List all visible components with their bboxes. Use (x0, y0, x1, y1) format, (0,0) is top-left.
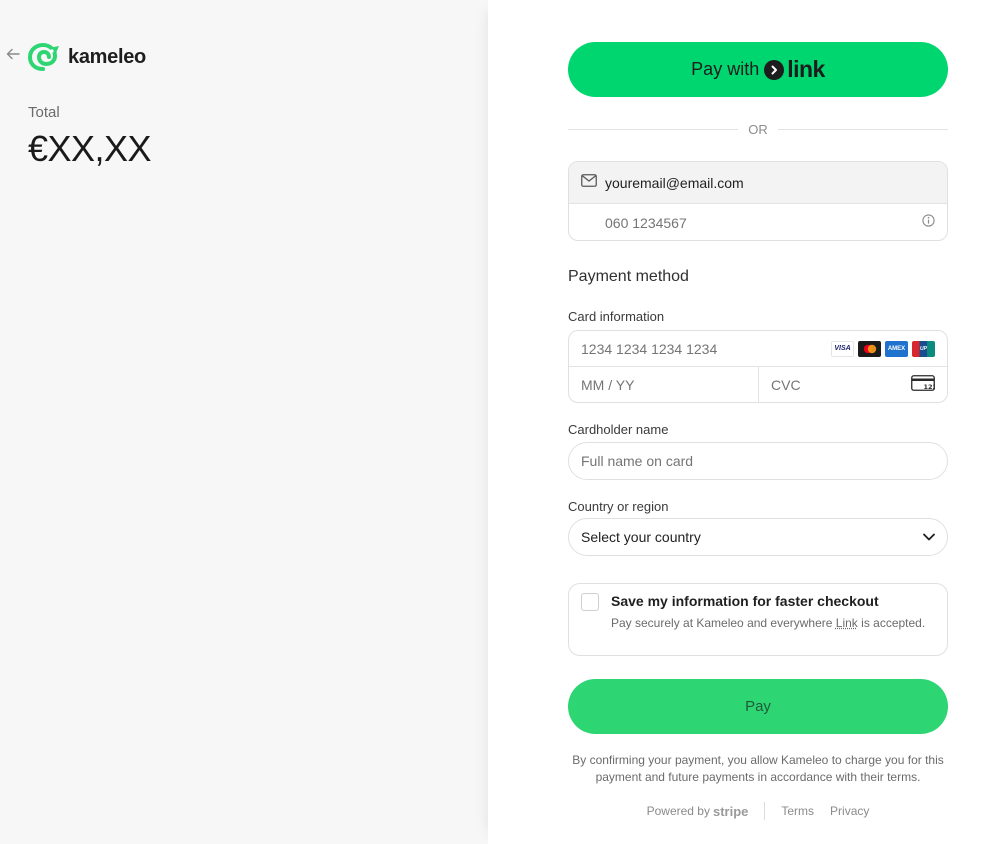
payment-method-title: Payment method (568, 268, 689, 285)
brand-name: kameleo (68, 45, 146, 68)
arrow-left-icon[interactable] (6, 47, 22, 65)
or-text: OR (748, 121, 768, 137)
country-select[interactable]: Select your country (568, 518, 948, 556)
cardholder-field (568, 442, 948, 480)
phone-input[interactable] (605, 214, 905, 231)
cvc-input[interactable] (771, 377, 891, 393)
card-info-label: Card information (568, 309, 665, 324)
total-amount: €XX,XX (28, 128, 152, 169)
link-info-link[interactable]: Link (836, 616, 858, 630)
email-value: youremail@email.com (605, 174, 744, 191)
cardholder-name-input[interactable] (581, 453, 921, 469)
save-info-desc-text-end: is accepted. (861, 616, 926, 630)
checkout-panel: Pay with link OR youremail@email.com Pay… (488, 0, 983, 844)
cvc-card-icon: 123 (911, 374, 937, 396)
footer: Powered by stripe Terms Privacy (568, 802, 948, 820)
pay-button-label: Pay (745, 698, 771, 715)
link-logo: link (764, 56, 825, 83)
country-label: Country or region (568, 499, 669, 514)
divider-line (777, 128, 948, 130)
pay-with-link-button[interactable]: Pay with link (568, 42, 948, 97)
cvc-field: 123 (759, 367, 947, 402)
email-field[interactable]: youremail@email.com (569, 162, 947, 204)
expiry-field (569, 367, 759, 402)
mastercard-icon (858, 340, 881, 357)
divider-line (568, 128, 739, 130)
visa-icon: VISA (831, 340, 854, 357)
svg-text:123: 123 (924, 383, 936, 391)
link-wordmark: link (787, 56, 825, 82)
chevron-down-icon (923, 528, 935, 546)
footer-separator (764, 802, 766, 820)
envelope-icon (581, 173, 597, 192)
chevron-right-icon (764, 59, 785, 80)
stripe-logo[interactable]: stripe (713, 804, 748, 819)
kameleo-logo[interactable]: kameleo (28, 42, 146, 72)
pay-button[interactable]: Pay (568, 679, 948, 734)
country-selected-value: Select your country (581, 529, 701, 545)
save-info-title: Save my information for faster checkout (611, 593, 879, 609)
terms-link[interactable]: Terms (781, 804, 814, 818)
consent-text: By confirming your payment, you allow Ka… (572, 753, 944, 784)
card-expiry-cvc-row: 123 (569, 367, 947, 402)
save-info-desc: Pay securely at Kameleo and everywhere L… (611, 615, 925, 631)
chameleon-icon (28, 42, 59, 71)
expiry-input[interactable] (581, 377, 741, 393)
save-info-desc-text: Pay securely at Kameleo and everywhere (611, 616, 833, 630)
contact-fields: youremail@email.com (568, 161, 948, 241)
privacy-link[interactable]: Privacy (830, 804, 869, 818)
info-icon[interactable] (922, 213, 935, 232)
or-divider: OR (568, 120, 948, 138)
card-number-input[interactable] (581, 340, 821, 357)
total-label: Total (28, 104, 60, 121)
card-brands: VISA AMEX UP (831, 340, 935, 357)
powered-by-text: Powered by (646, 804, 710, 818)
card-info-box: VISA AMEX UP 123 (568, 330, 948, 403)
phone-field-row (569, 204, 947, 240)
order-summary-panel: kameleo Total €XX,XX (0, 0, 488, 844)
cardholder-label: Cardholder name (568, 422, 669, 437)
save-info-box: Save my information for faster checkout … (568, 583, 948, 656)
unionpay-icon: UP (912, 340, 935, 357)
card-number-row: VISA AMEX UP (569, 331, 947, 367)
pay-with-label: Pay with (691, 59, 760, 79)
amex-icon: AMEX (885, 340, 908, 357)
save-info-checkbox[interactable] (581, 593, 599, 611)
